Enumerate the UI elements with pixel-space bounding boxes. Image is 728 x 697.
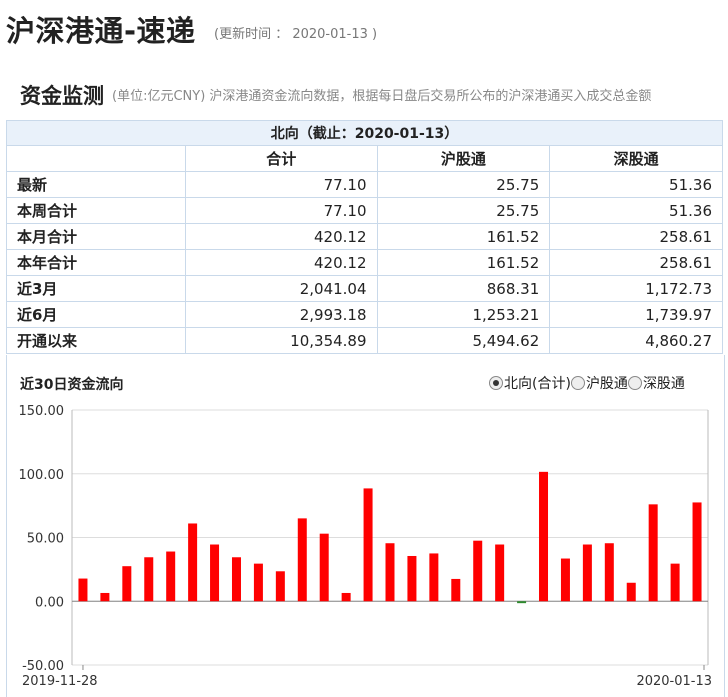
flow-bar-chart: 150.00 100.00 50.00 0.00 -50.002019-11-28 202… <box>19 404 713 689</box>
bar <box>100 592 110 602</box>
y-tick-label: 50.00 <box>27 532 64 547</box>
cell-sz: 1,739.97 <box>549 301 723 328</box>
northbound-table: 北向（截止：2020-01-13） 合计 沪股通 深股通 最新 77.10 25… <box>6 120 723 354</box>
bar <box>429 553 439 602</box>
page-title: 沪深港通-速递 <box>6 14 196 48</box>
cell-sh: 5,494.62 <box>376 327 551 354</box>
cell-sh: 1,253.21 <box>376 301 551 328</box>
radio-shanghai[interactable]: 沪股通 <box>570 373 628 393</box>
row-label: 本周合计 <box>6 197 186 224</box>
y-tick-label: -50.00 <box>22 659 64 674</box>
cell-sz: 51.36 <box>549 197 723 224</box>
table-row: 近6月 2,993.18 1,253.21 1,739.97 <box>6 301 723 328</box>
table-row: 最新 77.10 25.75 51.36 <box>6 171 723 198</box>
bar <box>539 471 549 602</box>
bar <box>144 557 154 602</box>
bar <box>692 502 702 602</box>
bar <box>275 571 285 602</box>
bar <box>166 551 176 602</box>
flow-type-selector: 北向(合计) 沪股通 深股通 <box>489 373 685 394</box>
row-label: 最新 <box>6 171 186 198</box>
table-row: 近3月 2,041.04 868.31 1,172.73 <box>6 275 723 302</box>
column-header-empty <box>6 145 186 172</box>
bar <box>626 582 636 602</box>
x-end-label: 2020-01-13 <box>636 674 712 689</box>
bar <box>231 557 241 602</box>
row-label: 近6月 <box>6 301 186 328</box>
cell-total: 10,354.89 <box>185 327 378 354</box>
row-label: 本月合计 <box>6 223 186 250</box>
radio-unchecked-icon[interactable] <box>570 376 585 390</box>
bar <box>210 544 220 602</box>
bar <box>582 544 592 602</box>
bar <box>517 601 527 604</box>
column-header-sz: 深股通 <box>549 145 723 172</box>
bar <box>604 543 614 602</box>
cell-total: 2,993.18 <box>185 301 378 328</box>
y-tick-label: 150.00 <box>19 404 65 419</box>
bar <box>122 566 132 602</box>
chart-title: 近30日资金流向 <box>20 377 124 393</box>
bar <box>319 533 329 602</box>
bar <box>385 543 395 602</box>
bar <box>363 488 373 602</box>
y-tick-label: 100.00 <box>19 468 65 483</box>
cell-total: 420.12 <box>185 249 378 276</box>
table-row: 开通以来 10,354.89 5,494.62 4,860.27 <box>6 327 723 354</box>
cell-sz: 1,172.73 <box>549 275 723 302</box>
bar <box>670 563 680 602</box>
cell-sz: 4,860.27 <box>549 327 723 354</box>
update-time: (更新时间 ： 2020-01-13 ) <box>214 27 378 42</box>
table-row: 本月合计 420.12 161.52 258.61 <box>6 223 723 250</box>
cell-total: 77.10 <box>185 171 378 198</box>
radio-label: 沪股通 <box>585 376 628 392</box>
cell-sh: 25.75 <box>376 197 551 224</box>
bar <box>560 558 570 602</box>
bar <box>451 578 461 602</box>
bar <box>648 504 658 602</box>
bar <box>297 518 307 602</box>
row-label: 本年合计 <box>6 249 186 276</box>
bar <box>78 578 88 602</box>
radio-label: 北向(合计) <box>504 376 571 392</box>
cell-sz: 51.36 <box>549 171 723 198</box>
radio-checked-icon[interactable] <box>489 376 503 390</box>
cell-total: 77.10 <box>185 197 378 224</box>
cell-sh: 161.52 <box>376 249 551 276</box>
row-label: 开通以来 <box>6 327 186 354</box>
bar <box>495 544 505 602</box>
column-header-sh: 沪股通 <box>376 145 551 172</box>
radio-shenzhen[interactable]: 深股通 <box>627 373 685 393</box>
section-description: (单位:亿元CNY) 沪深港通资金流向数据，根据每日盘后交易所公布的沪深港通买入… <box>112 89 652 104</box>
bar <box>341 592 351 602</box>
cell-sh: 868.31 <box>376 275 551 302</box>
bar <box>188 523 198 602</box>
bar <box>407 555 417 602</box>
cell-sz: 258.61 <box>549 249 723 276</box>
table-row: 本年合计 420.12 161.52 258.61 <box>6 249 723 276</box>
column-header-total: 合计 <box>185 145 378 172</box>
radio-label: 深股通 <box>642 376 685 392</box>
radio-unchecked-icon[interactable] <box>627 376 642 390</box>
row-label: 近3月 <box>6 275 186 302</box>
cell-total: 2,041.04 <box>185 275 378 302</box>
cell-sh: 25.75 <box>376 171 551 198</box>
y-tick-label: 0.00 <box>35 595 64 610</box>
radio-northbound[interactable]: 北向(合计) <box>489 373 571 393</box>
x-start-label: 2019-11-28 <box>22 674 98 689</box>
bar <box>253 563 263 602</box>
cell-sh: 161.52 <box>376 223 551 250</box>
cell-total: 420.12 <box>185 223 378 250</box>
section-title: 资金监测 <box>20 84 104 108</box>
cell-sz: 258.61 <box>549 223 723 250</box>
table-caption: 北向（截止：2020-01-13） <box>6 120 723 146</box>
bar <box>473 540 483 602</box>
table-row: 本周合计 77.10 25.75 51.36 <box>6 197 723 224</box>
